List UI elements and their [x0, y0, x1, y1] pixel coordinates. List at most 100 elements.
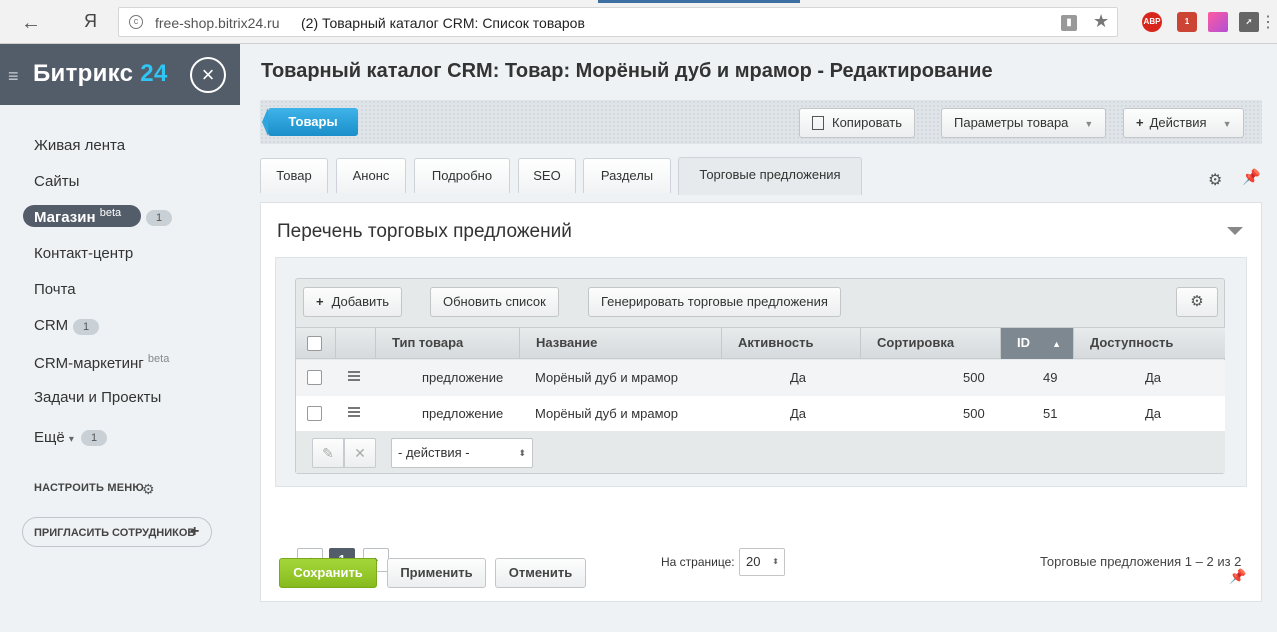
collapse-arrow-icon[interactable] [1227, 227, 1243, 235]
sidebar-item-shop[interactable]: Магазин beta [34, 207, 121, 226]
tab-details[interactable]: Подробно [414, 158, 510, 193]
back-to-products-button[interactable]: Товары [262, 108, 358, 136]
page-title: Товарный каталог CRM: Товар: Морёный дуб… [261, 60, 993, 82]
per-page-label: На странице: [661, 555, 735, 569]
close-icon[interactable]: × [190, 57, 226, 93]
cell-sort: 500 [963, 406, 985, 421]
group-actions-bar: ✎ ✕ - действия - ⬍ [296, 431, 1225, 473]
plus-icon: + [190, 523, 200, 540]
cell-id: 49 [1043, 370, 1058, 385]
url-domain: free-shop.bitrix24.ru [155, 15, 280, 31]
cell-availability: Да [1145, 370, 1162, 385]
cell-id: 51 [1043, 406, 1058, 421]
drag-handle-icon[interactable] [348, 407, 360, 417]
counter-badge: 1 [146, 210, 172, 226]
bitrix24-logo[interactable]: Битрикс 24 [33, 60, 168, 88]
lock-icon[interactable]: ▮ [1061, 15, 1077, 31]
offers-panel: Перечень торговых предложений + Добавить … [260, 202, 1262, 602]
column-name[interactable]: Название [520, 328, 722, 359]
refresh-list-button[interactable]: Обновить список [430, 287, 559, 317]
row-checkbox[interactable] [307, 370, 322, 385]
add-button[interactable]: + Добавить [303, 287, 403, 317]
column-active[interactable]: Активность [722, 328, 861, 359]
hamburger-icon[interactable]: ≡ [8, 66, 19, 87]
invite-button[interactable]: ПРИГЛАСИТЬ СОТРУДНИКОВ + [22, 517, 212, 547]
tab-offers[interactable]: Торговые предложения [678, 157, 862, 195]
invite-label: ПРИГЛАСИТЬ СОТРУДНИКОВ [34, 527, 196, 539]
actions-button[interactable]: + Действия ▼ [1123, 108, 1245, 138]
grid-settings-button[interactable]: ⚙ [1176, 287, 1218, 317]
site-info-icon[interactable]: c [129, 15, 143, 29]
group-actions-select[interactable]: - действия - ⬍ [391, 438, 533, 468]
sidebar: ≡ Битрикс 24 × Живая лента Сайты Магазин… [0, 44, 240, 632]
logo-bar: ≡ Битрикс 24 × [0, 44, 240, 105]
table-row[interactable]: предложение Морёный дуб и мрамор Да 500 … [296, 360, 1225, 396]
drag-handle-icon[interactable] [348, 371, 360, 381]
sidebar-item-more[interactable]: Ещё ▾ [34, 429, 74, 446]
per-page-select[interactable]: 20 ⬍ [739, 548, 785, 576]
drag-column-header [336, 328, 376, 359]
main-content: Товарный каталог CRM: Товар: Морёный дуб… [240, 44, 1277, 632]
save-button[interactable]: Сохранить [279, 558, 377, 588]
sidebar-item-tasks[interactable]: Задачи и Проекты [34, 389, 161, 406]
cancel-button[interactable]: Отменить [495, 558, 586, 588]
edit-icon[interactable]: ✎ [312, 438, 344, 468]
sidebar-item-mail[interactable]: Почта [34, 281, 76, 298]
tab-product[interactable]: Товар [260, 158, 328, 193]
sidebar-item-feed[interactable]: Живая лента [34, 137, 125, 154]
tab-seo[interactable]: SEO [518, 158, 576, 193]
cursor-extension-icon[interactable]: ➚ [1239, 12, 1259, 32]
sidebar-item-sites[interactable]: Сайты [34, 173, 79, 190]
table-header: Тип товара Название Активность Сортировк… [296, 327, 1225, 359]
cell-type: предложение [422, 406, 504, 421]
url-page-title: (2) Товарный каталог CRM: Список товаров [301, 15, 585, 31]
grid-container: + Добавить Обновить список Генерировать т… [275, 257, 1247, 576]
gear-icon[interactable]: ⚙ [142, 481, 155, 498]
sidebar-item-crm-marketing[interactable]: CRM-маркетинг beta [34, 353, 169, 372]
cell-active: Да [790, 406, 807, 421]
sort-asc-icon: ▲ [1052, 339, 1061, 349]
column-availability[interactable]: Доступность [1074, 328, 1225, 359]
color-extension-icon[interactable] [1208, 12, 1228, 32]
gear-icon[interactable]: ⚙ [1208, 170, 1222, 190]
browser-bar: ← Я c free-shop.bitrix24.ru (2) Товарный… [0, 0, 1277, 44]
browser-menu-icon[interactable]: ⋮ [1260, 12, 1276, 32]
copy-button[interactable]: Копировать [799, 108, 915, 138]
tab-sections[interactable]: Разделы [583, 158, 671, 193]
configure-menu-link[interactable]: НАСТРОИТЬ МЕНЮ [34, 482, 144, 494]
pin-icon[interactable]: 📌 [1242, 168, 1261, 186]
offers-grid: + Добавить Обновить список Генерировать т… [295, 278, 1225, 474]
row-checkbox[interactable] [307, 406, 322, 421]
select-all-cell [296, 328, 336, 359]
copy-icon [812, 116, 824, 130]
apply-button[interactable]: Применить [387, 558, 486, 588]
back-arrow-icon[interactable]: ← [18, 10, 44, 36]
delete-icon[interactable]: ✕ [344, 438, 376, 468]
active-tab-accent [598, 0, 800, 3]
chevron-down-icon: ▼ [1222, 119, 1232, 129]
yandex-icon[interactable]: Я [84, 11, 97, 32]
select-arrows-icon: ⬍ [518, 448, 526, 458]
bookmark-star-icon[interactable]: ★ [1093, 11, 1109, 32]
column-id[interactable]: ID ▲ [1001, 328, 1074, 359]
chevron-down-icon: ▼ [1084, 119, 1094, 129]
plus-icon: + [316, 294, 324, 309]
records-count: Торговые предложения 1 – 2 из 2 [1040, 554, 1242, 569]
pin-icon[interactable]: 📌 [1229, 568, 1246, 585]
plus-icon: + [1136, 115, 1144, 130]
generate-offers-button[interactable]: Генерировать торговые предложения [588, 287, 841, 317]
cell-type: предложение [422, 370, 504, 385]
column-type[interactable]: Тип товара [376, 328, 520, 359]
select-all-checkbox[interactable] [307, 336, 322, 351]
product-params-button[interactable]: Параметры товара ▼ [941, 108, 1107, 138]
column-sort[interactable]: Сортировка [861, 328, 1001, 359]
shield-extension-icon[interactable]: 1 [1177, 12, 1197, 32]
adblock-icon[interactable]: ABP [1142, 12, 1162, 32]
sidebar-item-contact-center[interactable]: Контакт-центр [34, 245, 133, 262]
table-row[interactable]: предложение Морёный дуб и мрамор Да 500 … [296, 396, 1225, 432]
counter-badge: 1 [81, 430, 107, 446]
address-bar[interactable]: c free-shop.bitrix24.ru (2) Товарный кат… [118, 7, 1118, 37]
toolbar: Товары Копировать Параметры товара ▼ + Дей… [260, 100, 1262, 144]
sidebar-item-crm[interactable]: CRM [34, 317, 68, 334]
tab-preview[interactable]: Анонс [336, 158, 406, 193]
